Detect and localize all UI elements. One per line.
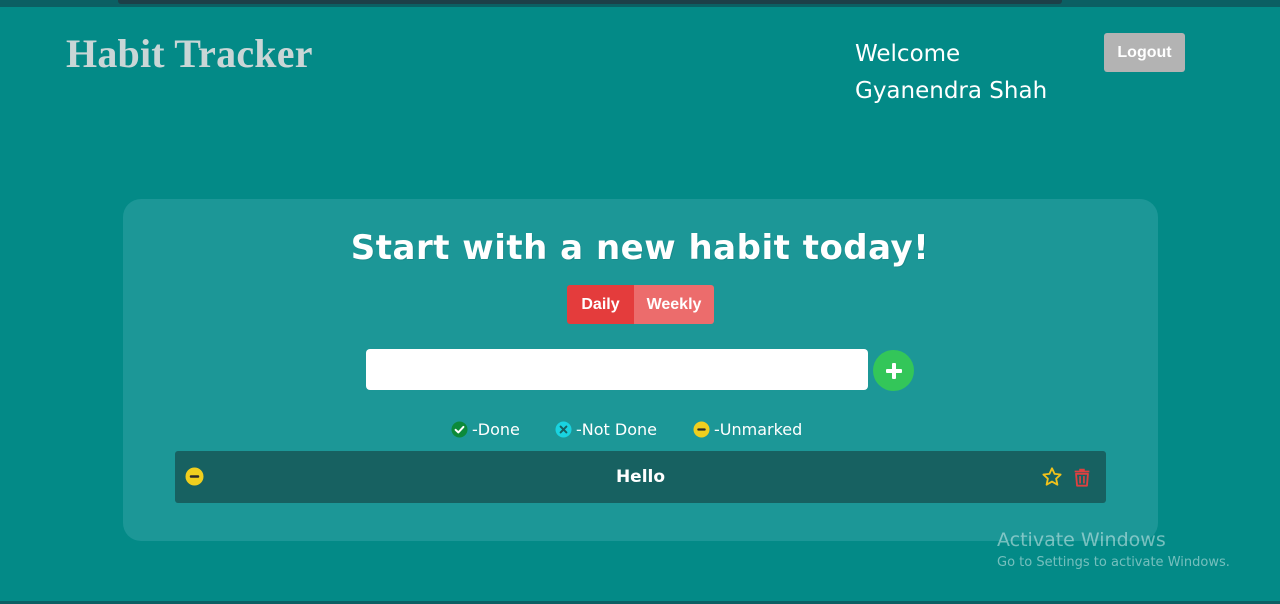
legend-not-done-label: -Not Done [576,419,657,439]
welcome-message: Welcome Gyanendra Shah [855,36,1047,110]
daily-tab[interactable]: Daily [567,285,634,324]
legend-done: -Done [451,418,520,440]
browser-top-bar [0,0,1280,7]
logout-button[interactable]: Logout [1104,33,1185,72]
browser-tab-strip [118,0,1062,4]
habit-row: Hello [175,451,1106,503]
legend-unmarked: -Unmarked [693,418,802,440]
minus-circle-icon [693,421,710,437]
legend-done-label: -Done [472,419,520,439]
x-circle-icon [555,421,572,437]
trash-icon[interactable] [1071,466,1093,488]
status-legend: -Done -Not Done -Unmarked [0,418,1280,440]
welcome-greeting: Welcome [855,41,961,67]
welcome-username: Gyanendra Shah [855,78,1048,104]
habit-name: Hello [615,467,666,487]
minus-circle-icon[interactable] [185,467,204,486]
app-title: Habit Tracker [66,31,313,76]
habit-name-input[interactable] [366,349,868,390]
watermark-title: Activate Windows [997,529,1166,551]
frequency-toggle: Daily Weekly [567,285,714,324]
legend-not-done: -Not Done [555,418,657,440]
check-circle-icon [451,421,468,437]
legend-unmarked-label: -Unmarked [714,419,803,439]
plus-icon [885,362,902,379]
weekly-tab[interactable]: Weekly [634,285,714,324]
windows-activation-watermark: Activate Windows Go to Settings to activ… [997,528,1230,574]
star-outline-icon[interactable] [1041,466,1063,488]
watermark-subtitle: Go to Settings to activate Windows. [997,555,1230,570]
add-habit-button[interactable] [873,350,914,391]
page-headline: Start with a new habit today! [350,228,930,268]
